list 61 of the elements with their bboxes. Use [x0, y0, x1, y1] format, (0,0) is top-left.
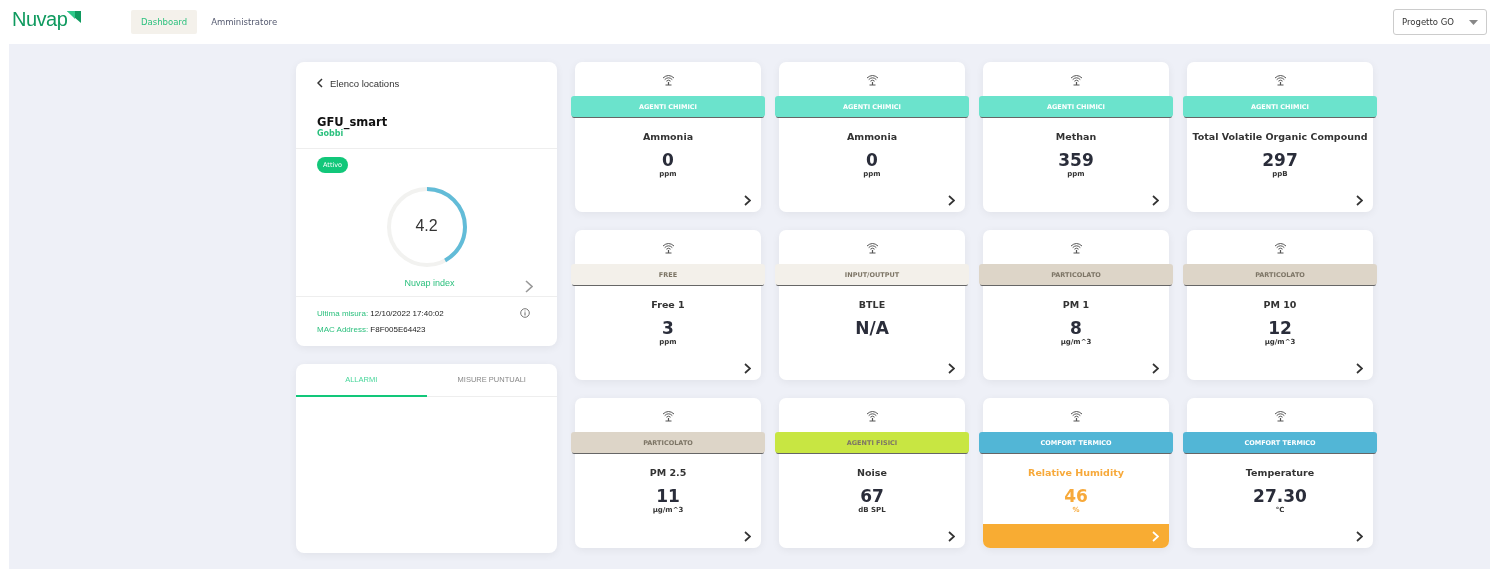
chevron-right-icon[interactable] [1356, 194, 1363, 206]
index-label: Nuvap index [404, 278, 455, 288]
sensor-value: 67 [860, 486, 884, 506]
sensor-value: 3 [662, 318, 674, 338]
wireless-sensor-icon [1273, 74, 1287, 86]
wireless-sensor-icon [1069, 242, 1083, 254]
sensor-name: PM 1 [1062, 299, 1090, 310]
last-measure-text: Ultima misura: 12/10/2022 17:40:02 [317, 308, 444, 318]
back-link[interactable]: Elenco locations [317, 77, 400, 89]
logo-text: Nuvap [12, 7, 68, 31]
chevron-left-icon [317, 78, 323, 88]
nav-tab[interactable]: Amministratore [201, 10, 288, 34]
sensor-name: Noise [857, 467, 887, 478]
chevron-right-icon[interactable] [948, 194, 955, 206]
wireless-sensor-icon [1069, 410, 1083, 422]
sensor-name: BTLE [858, 299, 886, 310]
sensor-name: Ammonia [642, 131, 694, 142]
chevron-right-icon[interactable] [744, 194, 751, 206]
sensor-name: PM 2.5 [649, 467, 687, 478]
logo-icon [67, 10, 82, 23]
info-icon[interactable] [520, 308, 530, 318]
chevron-right-icon[interactable] [744, 362, 751, 374]
chevron-right-icon[interactable] [1152, 362, 1159, 374]
wireless-sensor-icon [661, 410, 675, 422]
sensor-name: PM 10 [1263, 299, 1297, 310]
chevron-right-icon[interactable] [1356, 530, 1363, 542]
chevron-right-icon[interactable] [1152, 194, 1159, 206]
chevron-right-icon[interactable] [948, 530, 955, 542]
wireless-sensor-icon [865, 74, 879, 86]
sensor-name: Free 1 [651, 299, 685, 310]
wireless-sensor-icon [865, 410, 879, 422]
sensor-name: Relative Humidity [1028, 467, 1124, 478]
location-owner: Gobbi [317, 129, 344, 138]
caret-icon [1469, 19, 1478, 25]
sensor-value: 8 [1070, 318, 1082, 338]
sensor-name: Total Volatile Organic Compound [1192, 131, 1368, 142]
sensor-value: 46 [1064, 486, 1088, 506]
sensor-value: 12 [1268, 318, 1292, 338]
wireless-sensor-icon [1273, 242, 1287, 254]
sensor-name: Ammonia [846, 131, 898, 142]
sensor-value: 27.30 [1253, 486, 1307, 506]
chevron-right-icon[interactable] [1356, 362, 1363, 374]
mac-address-text: MAC Address: F8F005E64423 [317, 325, 427, 334]
wireless-sensor-icon [661, 242, 675, 254]
sensor-value: N/A [855, 318, 889, 338]
sensor-value: 359 [1058, 150, 1094, 170]
sensor-value: 0 [662, 150, 674, 170]
project-select[interactable]: Progetto GO [1393, 9, 1487, 35]
sensor-value: 297 [1262, 150, 1298, 170]
wireless-sensor-icon [865, 242, 879, 254]
sensor-value: 0 [866, 150, 878, 170]
location-name: GFU_smart [317, 115, 389, 129]
wireless-sensor-icon [1069, 74, 1083, 86]
wireless-sensor-icon [661, 74, 675, 86]
index-value: 4.2 [414, 217, 439, 235]
sensor-name: Temperature [1245, 467, 1315, 478]
wireless-sensor-icon [1273, 410, 1287, 422]
sensor-value: 11 [656, 486, 680, 506]
chevron-right-icon[interactable] [744, 530, 751, 542]
sensor-name: Methan [1055, 131, 1097, 142]
chevron-right-icon[interactable] [948, 362, 955, 374]
